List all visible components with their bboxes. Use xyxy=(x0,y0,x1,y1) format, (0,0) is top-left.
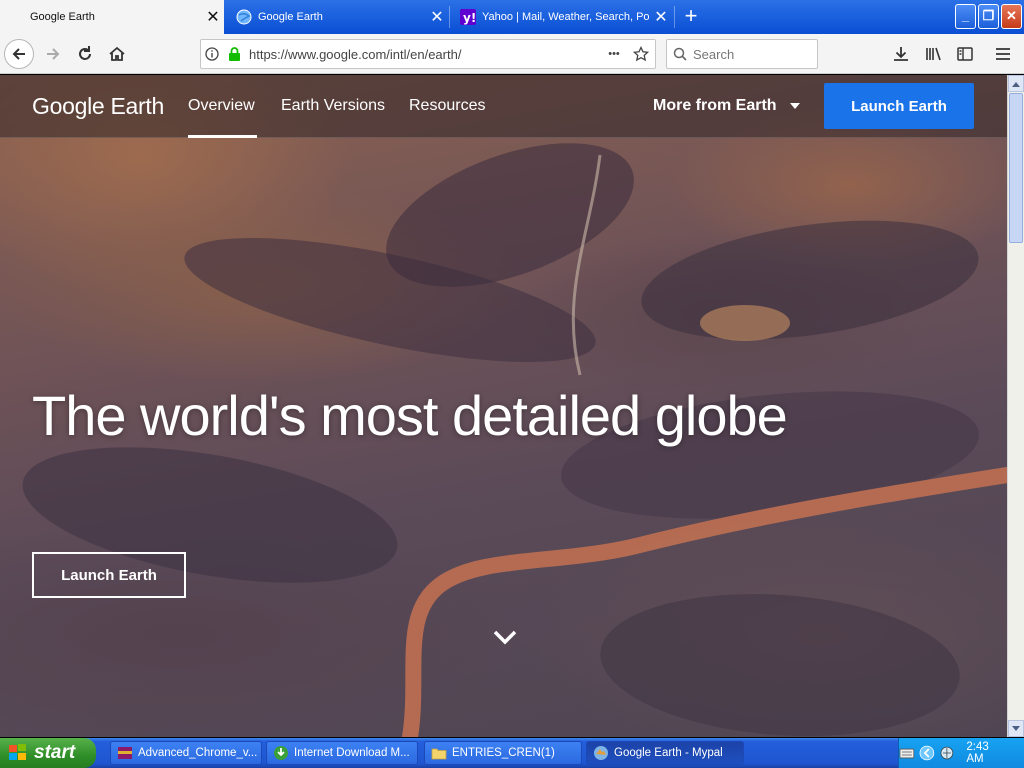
nav-earth-versions[interactable]: Earth Versions xyxy=(281,97,385,115)
windows-logo-icon xyxy=(9,744,26,760)
library-icon xyxy=(926,47,941,61)
star-icon[interactable] xyxy=(627,46,655,62)
mypal-browser-icon xyxy=(594,746,608,760)
tab-label: Yahoo | Mail, Weather, Search, Po xyxy=(482,11,650,23)
menu-button[interactable] xyxy=(988,39,1018,69)
navigation-toolbar: https://www.google.com/intl/en/earth/ ••… xyxy=(0,34,1024,74)
globe-icon xyxy=(236,9,252,25)
launch-earth-button[interactable]: Launch Earth xyxy=(824,83,974,129)
taskbar-item-label: Advanced_Chrome_v... xyxy=(138,747,258,759)
start-button[interactable]: start xyxy=(0,738,96,768)
back-button[interactable] xyxy=(4,39,34,69)
sidebar-icon xyxy=(957,47,973,61)
arrow-right-icon xyxy=(47,48,60,60)
info-icon[interactable] xyxy=(201,47,223,61)
sidebar-button[interactable] xyxy=(950,39,980,69)
tab-google-earth[interactable]: Google Earth ✕ xyxy=(226,0,448,34)
close-icon[interactable]: ✕ xyxy=(650,7,672,27)
url-text[interactable]: https://www.google.com/intl/en/earth/ xyxy=(245,47,601,62)
tray-collapse-chevron-icon[interactable] xyxy=(919,745,935,761)
active-nav-indicator xyxy=(188,135,257,138)
hero-title: The world's most detailed globe xyxy=(32,384,788,447)
scroll-up-arrow-icon[interactable] xyxy=(1008,75,1024,92)
lock-icon[interactable] xyxy=(223,47,245,61)
tab-divider xyxy=(674,6,675,28)
downloads-button[interactable] xyxy=(886,39,916,69)
taskbar-item-internet-download-manager[interactable]: Internet Download M... xyxy=(266,741,418,765)
network-icon[interactable] xyxy=(939,745,955,761)
close-icon[interactable]: ✕ xyxy=(426,7,448,27)
forward-button[interactable] xyxy=(38,39,68,69)
tab-strip: Google Earth ✕ Google Earth ✕ y! Yahoo |… xyxy=(0,0,1024,34)
library-button[interactable] xyxy=(918,39,948,69)
tab-label: Google Earth xyxy=(30,11,95,23)
page-actions-icon[interactable]: ••• xyxy=(601,48,627,60)
site-header: Google Earth Overview Earth Versions Res… xyxy=(0,75,1007,138)
folder-icon xyxy=(431,748,447,760)
chevron-down-icon[interactable] xyxy=(492,627,518,647)
winrar-icon xyxy=(118,747,132,759)
launch-earth-hero-button[interactable]: Launch Earth xyxy=(32,552,186,598)
search-icon xyxy=(667,47,693,61)
search-input[interactable]: Search xyxy=(693,47,734,62)
url-bar[interactable]: https://www.google.com/intl/en/earth/ ••… xyxy=(200,39,656,69)
tab-yahoo[interactable]: y! Yahoo | Mail, Weather, Search, Po ✕ xyxy=(450,0,672,34)
download-icon xyxy=(894,47,908,61)
taskbar-item-entries-folder[interactable]: ENTRIES_CREN(1) xyxy=(424,741,582,765)
yahoo-icon: y! xyxy=(460,9,476,25)
minimize-icon[interactable]: _ xyxy=(955,4,976,29)
nav-resources[interactable]: Resources xyxy=(409,97,485,115)
taskbar-item-advanced-chrome[interactable]: Advanced_Chrome_v... xyxy=(110,741,262,765)
page-content: Google Earth Overview Earth Versions Res… xyxy=(0,75,1007,737)
arrow-left-icon xyxy=(12,48,25,60)
restore-icon[interactable]: ❐ xyxy=(978,4,999,29)
home-icon xyxy=(109,46,125,61)
scrollbar-thumb[interactable] xyxy=(1009,93,1023,243)
reload-button[interactable] xyxy=(70,39,100,69)
taskbar-item-label: ENTRIES_CREN(1) xyxy=(452,747,555,759)
keyboard-icon[interactable] xyxy=(899,745,915,761)
google-earth-logo[interactable]: Google Earth xyxy=(32,93,164,120)
taskbar-item-label: Internet Download M... xyxy=(294,747,410,759)
window-close-icon[interactable]: ✕ xyxy=(1001,4,1022,29)
taskbar-item-google-earth-mypal[interactable]: Google Earth - Mypal xyxy=(586,741,744,765)
download-manager-icon xyxy=(274,746,288,760)
hamburger-menu-icon xyxy=(996,48,1010,60)
home-button[interactable] xyxy=(102,39,132,69)
system-tray: 2:43 AM xyxy=(898,738,1024,768)
close-icon[interactable]: ✕ xyxy=(202,7,224,27)
logo-earth-text: Earth xyxy=(110,93,164,119)
clock[interactable]: 2:43 AM xyxy=(966,741,1008,765)
tab-label: Google Earth xyxy=(258,11,323,23)
reload-icon xyxy=(79,46,91,60)
svg-text:y!: y! xyxy=(463,11,476,25)
tab-google-earth-active[interactable]: Google Earth ✕ xyxy=(0,0,224,34)
windows-taskbar: start Advanced_Chrome_v... Internet Down… xyxy=(0,738,1024,768)
scroll-down-arrow-icon[interactable] xyxy=(1008,720,1024,737)
new-tab-plus-icon[interactable]: + xyxy=(678,3,704,29)
more-from-earth-menu[interactable]: More from Earth xyxy=(653,97,777,115)
start-label: start xyxy=(34,742,76,763)
caret-down-icon[interactable] xyxy=(790,103,800,109)
vertical-scrollbar[interactable] xyxy=(1007,75,1024,737)
logo-google-text: Google xyxy=(32,93,105,119)
nav-overview[interactable]: Overview xyxy=(188,97,255,115)
taskbar-item-label: Google Earth - Mypal xyxy=(614,747,723,759)
search-bar[interactable]: Search xyxy=(666,39,818,69)
